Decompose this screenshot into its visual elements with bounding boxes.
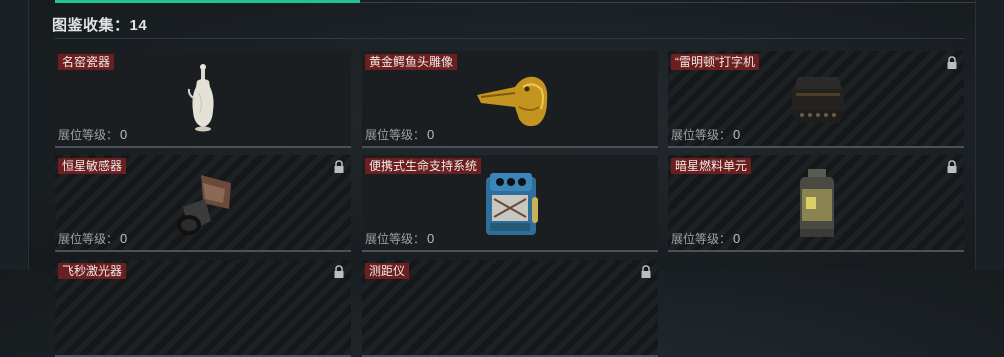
collection-card[interactable]: 恒星敏感器 展位等级： 0 — [55, 155, 351, 252]
display-level: 展位等级： 0 — [365, 127, 435, 142]
display-level: 展位等级： 0 — [671, 231, 741, 246]
display-level: 展位等级： 0 — [365, 231, 435, 246]
header-divider — [55, 38, 965, 39]
display-level: 展位等级： 0 — [671, 127, 741, 142]
collection-card[interactable]: 飞秒激光器 — [55, 260, 351, 357]
collection-label: 图鉴收集： — [52, 17, 130, 34]
active-tab-indicator — [55, 0, 360, 3]
item-name-tag: 黄金鳄鱼头雕像 — [365, 54, 458, 70]
item-name-tag: “雷明顿”打字机 — [671, 54, 759, 70]
right-side-panel — [975, 0, 1004, 270]
collection-header: 图鉴收集：14 — [52, 14, 147, 38]
item-name-tag: 恒星敏感器 — [58, 158, 127, 174]
lock-icon — [334, 265, 344, 278]
item-name-tag: 便携式生命支持系统 — [365, 158, 482, 174]
display-level: 展位等级： 0 — [58, 231, 128, 246]
fuel-cell-icon — [800, 169, 834, 237]
collection-card[interactable]: “雷明顿”打字机 展位等级： 0 — [668, 51, 964, 148]
left-side-panel — [0, 0, 29, 270]
golden-crocodile-head-icon — [477, 76, 548, 127]
collection-count: 14 — [129, 17, 148, 34]
collection-grid: 名窑瓷器 展位等级： 0 黄金鳄鱼头雕像 展位等级： 0 “雷明顿”打字机 展位… — [55, 51, 965, 357]
display-level: 展位等级： 0 — [58, 127, 128, 142]
collection-card[interactable]: 暗星燃料单元 展位等级： 0 — [668, 155, 964, 252]
collection-card[interactable]: 测距仪 — [362, 260, 658, 357]
item-name-tag: 飞秒激光器 — [58, 263, 127, 279]
collection-card[interactable]: 黄金鳄鱼头雕像 展位等级： 0 — [362, 51, 658, 148]
lock-icon — [947, 56, 957, 69]
item-name-tag: 名窑瓷器 — [58, 54, 115, 70]
lock-icon — [334, 160, 344, 173]
porcelain-vase-icon — [187, 64, 214, 132]
lock-icon — [947, 160, 957, 173]
star-sensor-icon — [177, 175, 231, 235]
lock-icon — [641, 265, 651, 278]
collection-card[interactable]: 便携式生命支持系统 展位等级： 0 — [362, 155, 658, 252]
typewriter-icon — [792, 77, 844, 123]
life-support-icon — [486, 173, 538, 235]
collection-card[interactable]: 名窑瓷器 展位等级： 0 — [55, 51, 351, 148]
item-name-tag: 暗星燃料单元 — [671, 158, 752, 174]
item-name-tag: 测距仪 — [365, 263, 410, 279]
